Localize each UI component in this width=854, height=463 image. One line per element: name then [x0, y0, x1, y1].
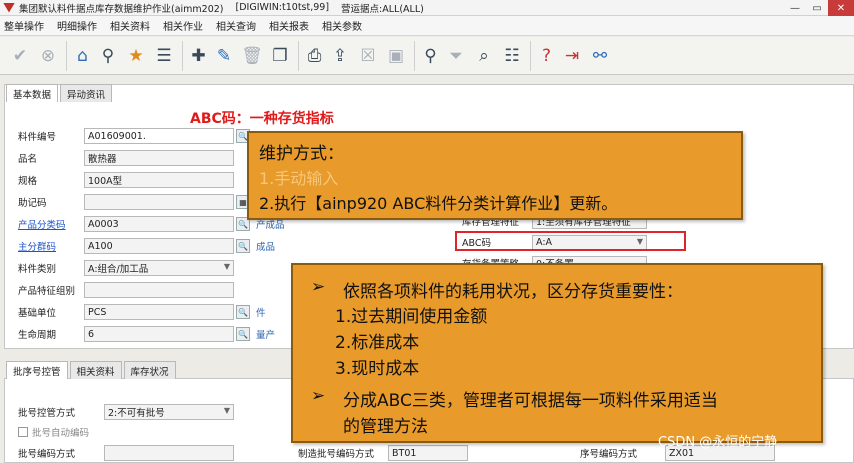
tab-change-info[interactable]: 异动资讯 [60, 84, 113, 102]
field-lifecycle: 生命周期 6 🔍 量产 [18, 324, 275, 344]
tree-icon[interactable]: ☷ [498, 41, 526, 71]
upper-tabs: 基本数据 异动资讯 [6, 84, 114, 102]
menu-related-query[interactable]: 相关查询 [216, 18, 256, 33]
field-product-class: 产品分类码 A0003 🔍 产成品 [18, 214, 285, 234]
chevron-down-icon: ▼ [223, 262, 230, 271]
field-spec: 规格 100A型 [18, 170, 234, 190]
db-info: [DIGIWIN:t10tst,99] [235, 2, 330, 13]
menu-related-reports[interactable]: 相关报表 [269, 18, 309, 33]
restore-button[interactable]: ▭ [806, 0, 828, 16]
title-bar: 集团默认料件据点库存数据维护作业(aimm202) [DIGIWIN:t10ts… [0, 0, 854, 16]
make-lot-input[interactable]: BT01 [388, 445, 468, 461]
copy-icon[interactable]: ❐ [266, 41, 294, 71]
callout2-bullet1: 依照各项料件的耗用状况，区分存货重要性： [343, 282, 683, 302]
chevron-down-icon: ▼ [223, 406, 230, 415]
menu-related-params[interactable]: 相关参数 [322, 18, 362, 33]
bullet-arrow-icon: ➢ [311, 386, 326, 406]
field-lot-encode: 批号编码方式 [18, 443, 234, 463]
callout1-line2: 2.执行【ainp920 ABC料件分类计算作业】更新。 [259, 194, 618, 213]
lookup-icon[interactable]: 🔍 [236, 305, 250, 319]
home-icon[interactable]: ⌂ [66, 40, 94, 71]
callout2-bullet2b: 的管理方法 [343, 417, 428, 437]
window-title: 集团默认料件据点库存数据维护作业(aimm202) [19, 3, 224, 15]
lifecycle-input[interactable]: 6 [84, 326, 234, 342]
callout2-item3: 3.现时成本 [335, 359, 420, 379]
edit-icon[interactable]: ✎ [210, 41, 238, 71]
exit-icon[interactable]: ⇥ [558, 41, 586, 71]
app-logo-icon [3, 2, 15, 13]
close-button[interactable]: ✕ [828, 0, 854, 16]
lower-tabs: 批序号控管 相关资料 库存状况 [6, 361, 178, 379]
lot-auto-checkbox[interactable] [18, 427, 28, 437]
field-item-no: 料件编号 A01609001. 🔍 [18, 126, 250, 146]
help-icon[interactable]: ? [530, 40, 558, 71]
field-item-type: 料件类别 A:组合/加工品 ▼ [18, 258, 234, 278]
abc-explanation-callout: ➢ 依照各项料件的耗用状况，区分存货重要性： 1.过去期间使用金额 2.标准成本… [291, 263, 823, 443]
callout2-item1: 1.过去期间使用金额 [335, 307, 488, 327]
name-input[interactable]: 散热器 [84, 150, 234, 166]
tab-lot-control[interactable]: 批序号控管 [6, 361, 68, 379]
field-mnemonic: 助记码 ▦ [18, 192, 250, 212]
minimize-button[interactable]: — [784, 0, 806, 16]
attach-icon[interactable]: ⚯ [586, 41, 614, 71]
lot-encode-input[interactable] [104, 445, 234, 461]
cancel-icon[interactable]: ⊗ [34, 41, 62, 71]
list-icon[interactable]: ☰ [150, 41, 178, 71]
menu-bar: 整单操作 明细操作 相关资料 相关作业 相关查询 相关报表 相关参数 [0, 16, 854, 36]
print-icon[interactable]: ⎙ [298, 40, 326, 71]
filter-icon[interactable]: ⏷ [442, 41, 470, 71]
image-icon[interactable]: ▣ [382, 41, 410, 71]
tab-stock-status[interactable]: 库存状况 [123, 361, 176, 379]
item-type-select[interactable]: A:组合/加工品 ▼ [84, 260, 234, 276]
spec-input[interactable]: 100A型 [84, 172, 234, 188]
callout2-item2: 2.标准成本 [335, 333, 420, 353]
callout1-title: 维护方式： [259, 144, 344, 164]
menu-related-jobs[interactable]: 相关作业 [163, 18, 203, 33]
callout2-bullet2a: 分成ABC三类，管理者可根据每一项料件采用适当 [343, 391, 718, 411]
field-base-unit: 基础单位 PCS 🔍 件 [18, 302, 266, 322]
abc-annotation: ABC码：一种存货指标 [190, 111, 334, 127]
field-feature-group: 产品特征组别 [18, 280, 234, 300]
field-name: 品名 散热器 [18, 148, 234, 168]
field-main-group: 主分群码 A100 🔍 成品 [18, 236, 275, 256]
item-no-input[interactable]: A01609001. [84, 128, 234, 144]
lot-control-select[interactable]: 2:不可有批号 ▼ [104, 404, 234, 420]
tab-related-data[interactable]: 相关资料 [69, 361, 122, 379]
lookup-icon[interactable]: 🔍 [236, 327, 250, 341]
abc-highlight-box [455, 231, 686, 251]
field-lot-control: 批号控管方式 2:不可有批号 ▼ [18, 402, 234, 422]
search-icon[interactable]: ⚲ [414, 40, 442, 71]
feature-group-input[interactable] [84, 282, 234, 298]
field-make-lot: 制造批号编码方式 BT01 [298, 443, 468, 463]
menu-detail-ops[interactable]: 明细操作 [57, 18, 97, 33]
check-icon[interactable]: ✔ [6, 41, 34, 71]
toolbar: ✔ ⊗ ⌂ ⚲ ★ ☰ ✚ ✎ 🗑 ❐ ⎙ ⇪ ☒ ▣ ⚲ ⏷ ⌕ ☷ ? ⇥ … [0, 37, 854, 75]
callout1-line1: 1.手动输入 [259, 169, 339, 188]
mnemonic-input[interactable] [84, 194, 234, 210]
watermark: CSDN @永恒的宁静 [658, 435, 778, 450]
site-info: 营运据点:ALL(ALL) [341, 3, 424, 15]
maintenance-callout: 维护方式： 1.手动输入 2.执行【ainp920 ABC料件分类计算作业】更新… [247, 131, 743, 220]
product-class-input[interactable]: A0003 [84, 216, 234, 232]
menu-document-ops[interactable]: 整单操作 [4, 18, 44, 33]
add-icon[interactable]: ✚ [182, 40, 210, 71]
bullet-arrow-icon: ➢ [311, 277, 326, 297]
main-group-input[interactable]: A100 [84, 238, 234, 254]
pin-icon[interactable]: ⚲ [94, 41, 122, 71]
star-icon[interactable]: ★ [122, 41, 150, 71]
field-lot-auto: 批号自动编码 [18, 422, 132, 442]
base-unit-input[interactable]: PCS [84, 304, 234, 320]
lookup-icon[interactable]: 🔍 [236, 239, 250, 253]
menu-related-data[interactable]: 相关资料 [110, 18, 150, 33]
excel-icon[interactable]: ☒ [354, 41, 382, 71]
delete-icon[interactable]: 🗑 [238, 41, 266, 71]
query-icon[interactable]: ⌕ [470, 41, 498, 71]
export-icon[interactable]: ⇪ [326, 41, 354, 71]
tab-basic-data[interactable]: 基本数据 [6, 84, 59, 102]
